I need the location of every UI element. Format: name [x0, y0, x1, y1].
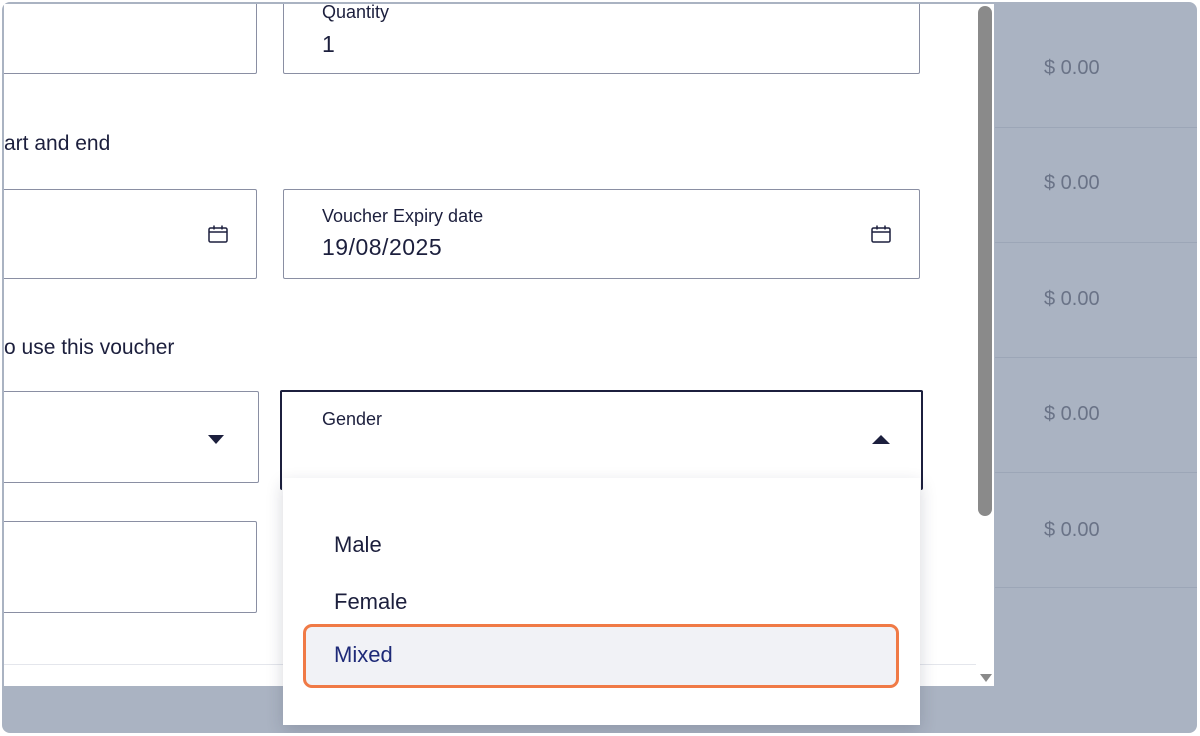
gender-option-mixed-label: Mixed [334, 642, 393, 667]
caret-up-icon[interactable] [872, 435, 890, 444]
dates-section-heading: art and end [4, 132, 111, 155]
scrollbar-thumb[interactable] [978, 6, 992, 516]
gender-dropdown-menu: Male Female Mixed [283, 478, 920, 725]
background-price: $ 0.00 [1044, 288, 1100, 310]
gender-option-male[interactable]: Male [334, 532, 382, 558]
eligibility-section-heading: o use this voucher [4, 336, 175, 359]
expiry-date-label: Voucher Expiry date [322, 206, 484, 226]
left-select-field[interactable] [4, 391, 259, 483]
calendar-icon[interactable] [208, 225, 228, 243]
background-price: $ 0.00 [1044, 172, 1100, 194]
quantity-field[interactable]: Quantity 1 [283, 4, 920, 74]
gender-label: Gender [322, 409, 383, 429]
background-price: $ 0.00 [1044, 519, 1100, 541]
quantity-label: Quantity [322, 4, 390, 22]
expiry-date-value: 19/08/2025 [322, 234, 443, 260]
calendar-icon[interactable] [871, 225, 891, 243]
scroll-down-arrow-icon[interactable] [980, 674, 992, 682]
gender-option-female[interactable]: Female [334, 589, 407, 615]
expiry-date-field[interactable]: Voucher Expiry date 19/08/2025 [283, 189, 920, 279]
caret-down-icon[interactable] [208, 435, 224, 444]
screen-frame: $ 0.00 $ 0.00 $ 0.00 $ 0.00 $ 0.00 Quant… [2, 2, 1197, 733]
start-date-field[interactable] [4, 189, 257, 279]
gender-select[interactable]: Gender [280, 390, 923, 490]
quantity-value: 1 [322, 31, 336, 57]
left-field-top[interactable] [4, 4, 257, 74]
background-price: $ 0.00 [1044, 57, 1100, 79]
background-price: $ 0.00 [1044, 403, 1100, 425]
gender-option-mixed[interactable]: Mixed [303, 624, 899, 688]
left-field-bottom[interactable] [4, 521, 257, 613]
